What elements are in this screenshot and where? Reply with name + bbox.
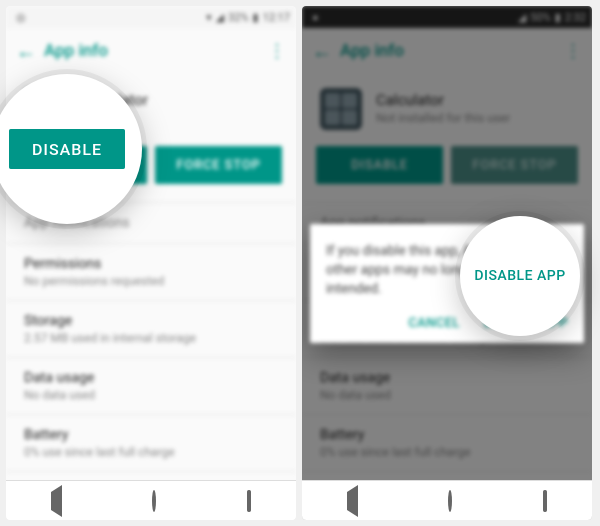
nav-home-icon[interactable] bbox=[152, 492, 156, 510]
status-bar: ◎ ▾ ◢ 32% ▮ 12:17 bbox=[6, 6, 296, 28]
nav-back-icon[interactable] bbox=[347, 492, 358, 510]
storage-sub: 2.57 MB used in internal storage bbox=[24, 331, 278, 345]
section-app-notifications[interactable]: App notifications bbox=[6, 202, 296, 243]
back-icon[interactable]: ← bbox=[16, 39, 44, 64]
clock: 12:17 bbox=[263, 11, 290, 24]
data-usage-sub: No data used bbox=[24, 388, 278, 402]
battery-label: Battery bbox=[24, 427, 278, 443]
overflow-icon[interactable]: ⋮ bbox=[266, 41, 286, 62]
phone-left: ◎ ▾ ◢ 32% ▮ 12:17 ← App info ⋮ Calculato… bbox=[6, 6, 296, 520]
data-usage-label: Data usage bbox=[24, 370, 278, 386]
dialog-cancel-button[interactable]: CANCEL bbox=[408, 315, 460, 333]
storage-label: Storage bbox=[24, 313, 278, 329]
nav-back-icon[interactable] bbox=[51, 492, 62, 510]
section-battery[interactable]: Battery 0% use since last full charge bbox=[6, 414, 296, 471]
nav-bar bbox=[302, 480, 592, 520]
section-permissions[interactable]: Permissions No permissions requested bbox=[6, 243, 296, 300]
app-name: Calculator bbox=[80, 91, 148, 111]
permissions-sub: No permissions requested bbox=[24, 274, 278, 288]
app-install-status: Installed bbox=[80, 111, 148, 127]
permissions-label: Permissions bbox=[24, 256, 278, 272]
battery-percent: 32% bbox=[228, 11, 248, 24]
wifi-icon: ▾ bbox=[206, 11, 212, 24]
nav-recent-icon[interactable] bbox=[247, 492, 251, 510]
disable-dialog: If you disable this app, Android and oth… bbox=[310, 224, 584, 343]
disable-button[interactable]: DISABLE bbox=[20, 146, 147, 184]
section-storage[interactable]: Storage 2.57 MB used in internal storage bbox=[6, 300, 296, 357]
app-summary: Calculator Installed bbox=[6, 74, 296, 140]
dialog-confirm-button[interactable]: DISABLE APP bbox=[484, 315, 568, 333]
app-notifications-label: App notifications bbox=[24, 215, 278, 231]
nav-recent-icon[interactable] bbox=[543, 492, 547, 510]
nav-bar bbox=[6, 480, 296, 520]
dialog-body: If you disable this app, Android and oth… bbox=[326, 242, 568, 299]
phone-right: ● ◢ 50% ▮ 2:32 ← App info ⋮ Calculator N… bbox=[302, 6, 592, 520]
app-header: ← App info ⋮ bbox=[6, 28, 296, 74]
nav-home-icon[interactable] bbox=[448, 492, 452, 510]
battery-icon: ▮ bbox=[253, 11, 259, 24]
app-icon bbox=[24, 88, 66, 130]
section-data-usage[interactable]: Data usage No data used bbox=[6, 357, 296, 414]
signal-icon: ◢ bbox=[216, 11, 224, 24]
page-title: App info bbox=[44, 41, 266, 61]
battery-sub: 0% use since last full charge bbox=[24, 445, 278, 459]
notification-icon: ◎ bbox=[12, 11, 26, 24]
force-stop-button[interactable]: FORCE STOP bbox=[155, 146, 282, 184]
